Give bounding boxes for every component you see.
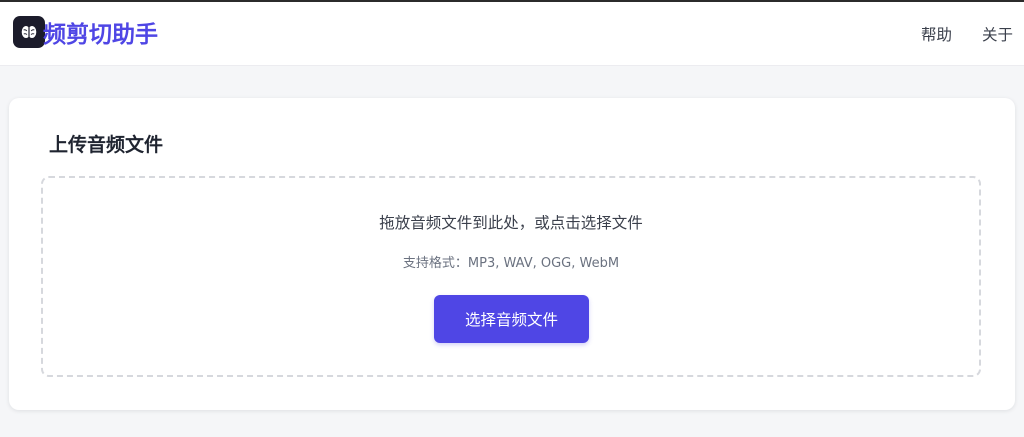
upload-card: 上传音频文件 拖放音频文件到此处，或点击选择文件 支持格式：MP3, WAV, …: [9, 98, 1015, 410]
brain-icon: [13, 16, 45, 48]
drop-instructions: 拖放音频文件到此处，或点击选择文件: [379, 214, 643, 232]
select-audio-button[interactable]: 选择音频文件: [434, 295, 589, 343]
nav-help-link[interactable]: 帮助: [921, 24, 952, 46]
audio-dropzone[interactable]: 拖放音频文件到此处，或点击选择文件 支持格式：MP3, WAV, OGG, We…: [41, 176, 981, 377]
app-header: 频剪切助手 帮助 关于: [0, 2, 1024, 66]
app-title: 频剪切助手: [43, 22, 158, 48]
nav-about-link[interactable]: 关于: [982, 24, 1013, 46]
upload-title: 上传音频文件: [49, 134, 164, 156]
supported-formats: 支持格式：MP3, WAV, OGG, WebM: [402, 256, 620, 271]
